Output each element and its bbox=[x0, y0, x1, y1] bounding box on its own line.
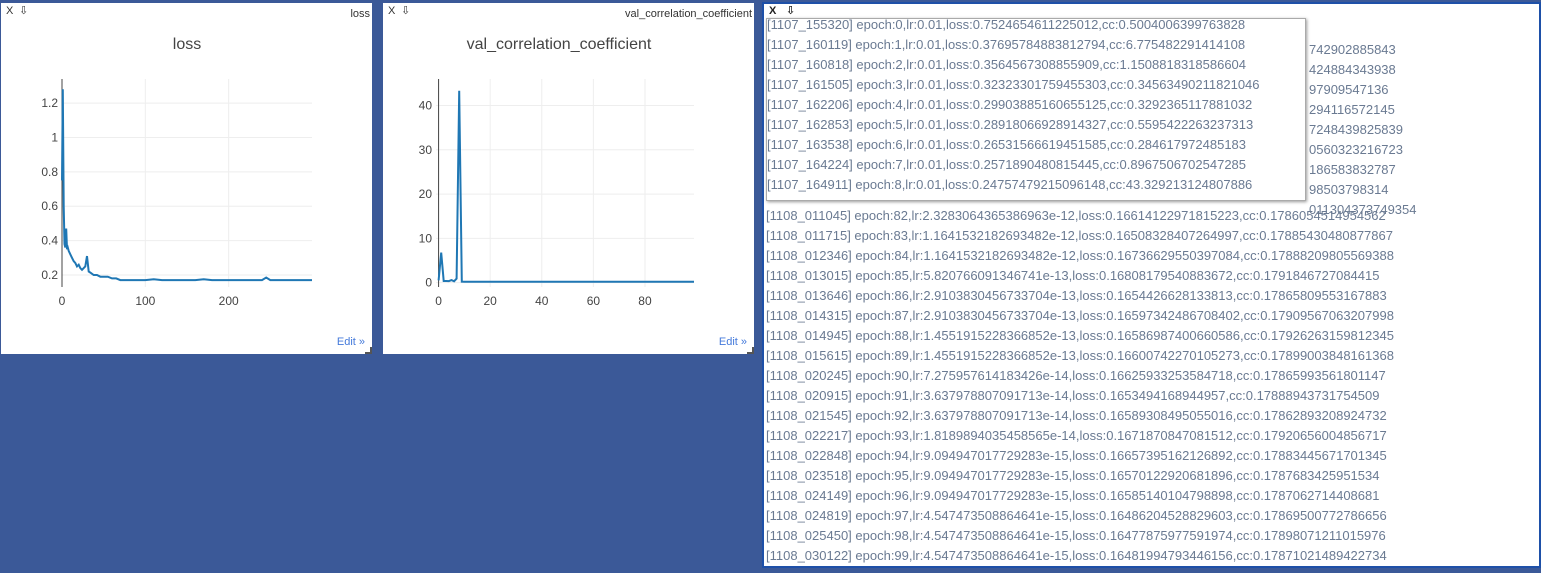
log-line: [1108_020245] epoch:90,lr:7.275957614183… bbox=[766, 368, 1386, 383]
resize-handle[interactable] bbox=[747, 347, 754, 354]
loss-chart-pane: X ⇩ loss loss 0 100 200 0.2 0.4 0.6 0.8 1 1.2 Edi… bbox=[1, 3, 372, 354]
x-tick-label: 100 bbox=[135, 294, 155, 308]
log-line: [1108_030122] epoch:99,lr:4.547473508864… bbox=[766, 548, 1387, 563]
log-line: 97909547136 bbox=[1309, 82, 1389, 97]
tooltip-line: [1107_155320] epoch:0,lr:0.01,loss:0.752… bbox=[767, 17, 1246, 32]
x-tick-label: 60 bbox=[587, 294, 601, 308]
log-line: [1108_022848] epoch:94,lr:9.094947017729… bbox=[766, 448, 1387, 463]
tooltip-line: [1107_160818] epoch:2,lr:0.01,loss:0.356… bbox=[767, 57, 1247, 72]
log-line: [1108_023518] epoch:95,lr:9.094947017729… bbox=[766, 468, 1380, 483]
log-line: [1108_012346] epoch:84,lr:1.164153218269… bbox=[766, 248, 1394, 263]
log-line: 186583832787 bbox=[1309, 162, 1396, 177]
y-tick-label: 0 bbox=[425, 276, 432, 290]
log-line: [1108_015615] epoch:89,lr:1.455191522836… bbox=[766, 348, 1394, 363]
log-line: 0560323216723 bbox=[1309, 142, 1403, 157]
tooltip-line: [1107_162853] epoch:5,lr:0.01,loss:0.289… bbox=[767, 117, 1254, 132]
log-line: [1108_021545] epoch:92,lr:3.637978807091… bbox=[766, 408, 1387, 423]
edit-link[interactable]: Edit » bbox=[337, 336, 365, 348]
log-line: [1108_013646] epoch:86,lr:2.910383045673… bbox=[766, 288, 1387, 303]
y-tick-label: 40 bbox=[419, 99, 433, 113]
y-tick-label: 30 bbox=[419, 143, 433, 157]
x-tick-label: 0 bbox=[435, 294, 442, 308]
chart-title: loss bbox=[173, 36, 201, 53]
y-tick-label: 0.2 bbox=[41, 268, 58, 282]
log-line: 294116572145 bbox=[1309, 102, 1395, 117]
log-text-pane: X ⇩ 742902885843 424884343938 97909547136 2… bbox=[762, 2, 1541, 568]
series-line bbox=[437, 90, 694, 283]
log-line: 98503798314 bbox=[1309, 182, 1389, 197]
log-line: [1108_024149] epoch:96,lr:9.094947017729… bbox=[766, 488, 1380, 503]
loss-chart: loss 0 100 200 0.2 0.4 0.6 0.8 1 1.2 bbox=[41, 36, 312, 308]
y-tick-label: 0.6 bbox=[41, 199, 58, 213]
log-line: 7248439825839 bbox=[1309, 122, 1403, 137]
x-tick-label: 20 bbox=[484, 294, 498, 308]
log-line: [1108_011715] epoch:83,lr:1.164153218269… bbox=[766, 228, 1393, 243]
cc-chart-pane: X ⇩ val_correlation_coefficient val_corr… bbox=[383, 3, 754, 354]
x-tick-label: 80 bbox=[638, 294, 652, 308]
x-tick-label: 200 bbox=[219, 294, 239, 308]
log-line: [1108_020915] epoch:91,lr:3.637978807091… bbox=[766, 388, 1380, 403]
tooltip-line: [1107_161505] epoch:3,lr:0.01,loss:0.323… bbox=[767, 77, 1260, 92]
log-line: [1108_014315] epoch:87,lr:2.910383045673… bbox=[766, 308, 1394, 323]
x-tick-label: 40 bbox=[535, 294, 549, 308]
tooltip-line: [1107_160119] epoch:1,lr:0.01,loss:0.376… bbox=[767, 37, 1246, 52]
log-line: [1108_011045] epoch:82,lr:2.328306436538… bbox=[766, 208, 1386, 223]
log-line: 742902885843 bbox=[1309, 42, 1396, 57]
resize-handle[interactable] bbox=[365, 347, 372, 354]
tooltip-line: [1107_164911] epoch:8,lr:0.01,loss:0.247… bbox=[767, 177, 1253, 192]
tooltip-line: [1107_164224] epoch:7,lr:0.01,loss:0.257… bbox=[767, 157, 1247, 172]
y-tick-label: 1.2 bbox=[41, 96, 58, 110]
edit-link[interactable]: Edit » bbox=[719, 336, 747, 348]
log-line: [1108_022217] epoch:93,lr:1.818989403545… bbox=[766, 428, 1387, 443]
y-tick-label: 0.8 bbox=[41, 165, 58, 179]
chart-title: val_correlation_coefficient bbox=[467, 36, 652, 53]
log-line: [1108_014945] epoch:88,lr:1.455191522836… bbox=[766, 328, 1394, 343]
y-tick-label: 0.4 bbox=[41, 234, 58, 248]
y-tick-label: 1 bbox=[51, 130, 58, 144]
tooltip-line: [1107_163538] epoch:6,lr:0.01,loss:0.265… bbox=[767, 137, 1247, 152]
y-tick-label: 20 bbox=[419, 187, 433, 201]
log-line: 424884343938 bbox=[1309, 62, 1396, 77]
series-line bbox=[61, 89, 312, 282]
tooltip-line: [1107_162206] epoch:4,lr:0.01,loss:0.299… bbox=[767, 97, 1253, 112]
log-line: [1108_013015] epoch:85,lr:5.820766091346… bbox=[766, 268, 1380, 283]
log-tooltip: [1107_155320] epoch:0,lr:0.01,loss:0.752… bbox=[766, 17, 1306, 201]
x-tick-label: 0 bbox=[59, 294, 66, 308]
cc-chart: val_correlation_coefficient 0 20 40 60 80 0 10 2… bbox=[419, 36, 694, 308]
y-tick-label: 10 bbox=[419, 231, 433, 245]
log-line: [1108_025450] epoch:98,lr:4.547473508864… bbox=[766, 528, 1386, 543]
log-line: [1108_024819] epoch:97,lr:4.547473508864… bbox=[766, 508, 1387, 523]
